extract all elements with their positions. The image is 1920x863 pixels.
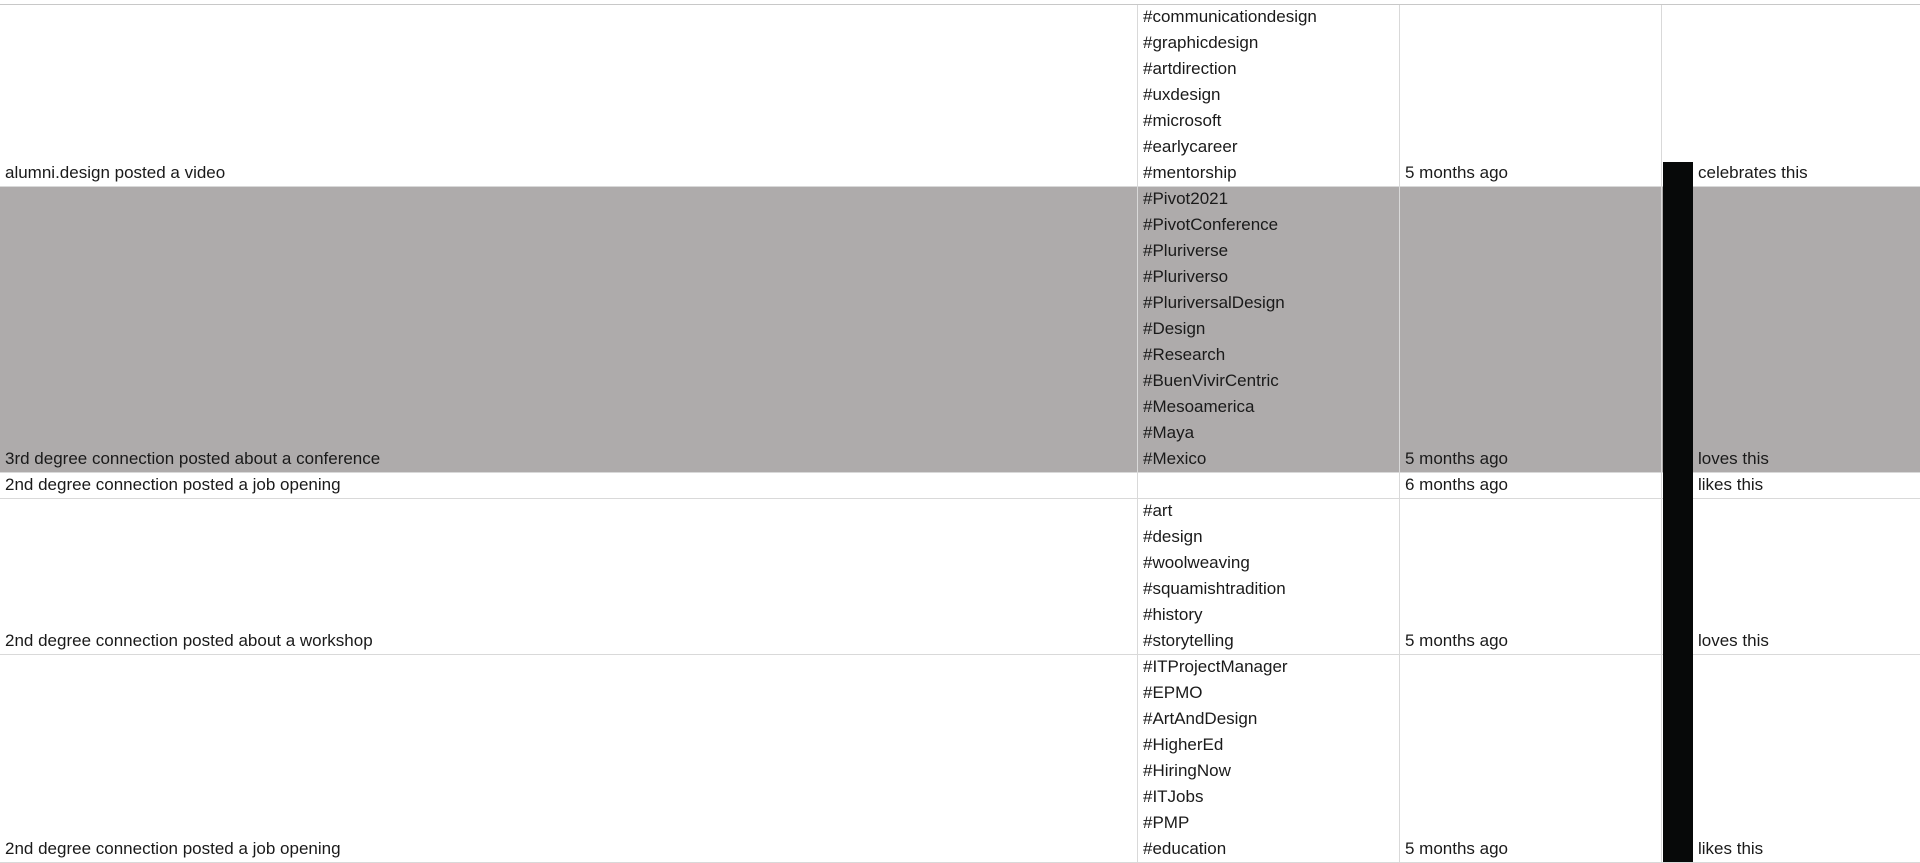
hashtag: #Pluriverse bbox=[1143, 241, 1229, 260]
hashtag: #ArtAndDesign bbox=[1143, 709, 1258, 728]
activity-cell-text: 2nd degree connection posted a job openi… bbox=[5, 475, 341, 494]
hashtag: #earlycareer bbox=[1143, 137, 1238, 156]
hashtag: #squamishtradition bbox=[1143, 579, 1286, 598]
hashtag: #HigherEd bbox=[1143, 735, 1224, 754]
table-row[interactable]: 2nd degree connection posted a job openi… bbox=[0, 473, 1920, 499]
hashtag: #PMP bbox=[1143, 813, 1190, 832]
hashtag: #EPMO bbox=[1143, 683, 1203, 702]
hashtags-cell[interactable]: #Pivot2021 #PivotConference #Pluriverse #Pl… bbox=[1138, 187, 1400, 472]
reaction-cell-text: loves this bbox=[1698, 449, 1769, 468]
hashtag-list: #ITProjectManager #EPMO #ArtAndDesign #High… bbox=[1143, 655, 1399, 862]
table-row[interactable]: alumni.design posted a video #communicati… bbox=[0, 5, 1920, 187]
hashtag: #art bbox=[1143, 501, 1173, 520]
time-cell[interactable]: 5 months ago bbox=[1400, 5, 1662, 186]
hashtag: #BuenVivirCentric bbox=[1143, 371, 1279, 390]
table-row[interactable]: 3rd degree connection posted about a con… bbox=[0, 187, 1920, 473]
hashtag: #woolweaving bbox=[1143, 553, 1250, 572]
hashtag: #artdirection bbox=[1143, 59, 1237, 78]
hashtag: #PivotConference bbox=[1143, 215, 1279, 234]
hashtags-cell[interactable]: #art #design #woolweaving #squamishtraditio… bbox=[1138, 499, 1400, 654]
hashtags-cell[interactable]: #communicationdesign #graphicdesign #artdi… bbox=[1138, 5, 1400, 186]
reaction-cell-text: celebrates this bbox=[1698, 163, 1808, 182]
hashtag: #storytelling bbox=[1143, 631, 1234, 650]
hashtag: #design bbox=[1143, 527, 1203, 546]
hashtag: #uxdesign bbox=[1143, 85, 1221, 104]
activity-cell-text: alumni.design posted a video bbox=[5, 163, 226, 182]
spreadsheet-grid: alumni.design posted a video #communicati… bbox=[0, 4, 1920, 863]
activity-cell-text: 3rd degree connection posted about a con… bbox=[5, 449, 381, 468]
hashtags-cell[interactable] bbox=[1138, 473, 1400, 498]
hashtag: #history bbox=[1143, 605, 1203, 624]
time-cell[interactable]: 5 months ago bbox=[1400, 499, 1662, 654]
time-cell[interactable]: 5 months ago bbox=[1400, 187, 1662, 472]
time-cell[interactable]: 5 months ago bbox=[1400, 655, 1662, 862]
reaction-cell-text: loves this bbox=[1698, 631, 1769, 650]
hashtag: #Maya bbox=[1143, 423, 1195, 442]
activity-cell[interactable]: alumni.design posted a video bbox=[0, 5, 1138, 186]
time-cell[interactable]: 6 months ago bbox=[1400, 473, 1662, 498]
activity-cell-text: 2nd degree connection posted a job openi… bbox=[5, 839, 341, 858]
time-cell-text: 5 months ago bbox=[1405, 449, 1509, 468]
hashtag-list: #Pivot2021 #PivotConference #Pluriverse #Pl… bbox=[1143, 187, 1399, 472]
hashtag: #Pivot2021 bbox=[1143, 189, 1229, 208]
black-redaction-bar bbox=[1663, 162, 1693, 862]
activity-cell-text: 2nd degree connection posted about a wor… bbox=[5, 631, 373, 650]
hashtag: #Design bbox=[1143, 319, 1206, 338]
reaction-cell[interactable]: celebrates this bbox=[1693, 5, 1920, 186]
hashtag: #microsoft bbox=[1143, 111, 1222, 130]
hashtag-list: #communicationdesign #graphicdesign #artdi… bbox=[1143, 5, 1399, 186]
time-cell-text: 5 months ago bbox=[1405, 163, 1509, 182]
hashtag: #Mexico bbox=[1143, 449, 1207, 468]
activity-cell[interactable]: 2nd degree connection posted a job openi… bbox=[0, 473, 1138, 498]
time-cell-text: 5 months ago bbox=[1405, 839, 1509, 858]
activity-cell[interactable]: 2nd degree connection posted a job openi… bbox=[0, 655, 1138, 862]
reaction-cell[interactable]: likes this bbox=[1693, 473, 1920, 498]
hashtag: #education bbox=[1143, 839, 1227, 858]
time-cell-text: 5 months ago bbox=[1405, 631, 1509, 650]
reaction-cell[interactable]: loves this bbox=[1693, 187, 1920, 472]
time-cell-text: 6 months ago bbox=[1405, 475, 1509, 494]
hashtag: #communicationdesign bbox=[1143, 7, 1317, 26]
empty-cell[interactable] bbox=[1662, 5, 1693, 186]
hashtag: #Research bbox=[1143, 345, 1226, 364]
reaction-cell-text: likes this bbox=[1698, 839, 1764, 858]
hashtag: #graphicdesign bbox=[1143, 33, 1259, 52]
table-row[interactable]: 2nd degree connection posted about a wor… bbox=[0, 499, 1920, 655]
reaction-cell[interactable]: likes this bbox=[1693, 655, 1920, 862]
reaction-cell-text: likes this bbox=[1698, 475, 1764, 494]
hashtag: #ITJobs bbox=[1143, 787, 1204, 806]
hashtag-list: #art #design #woolweaving #squamishtraditio… bbox=[1143, 499, 1399, 654]
hashtags-cell[interactable]: #ITProjectManager #EPMO #ArtAndDesign #High… bbox=[1138, 655, 1400, 862]
hashtag: #Mesoamerica bbox=[1143, 397, 1255, 416]
activity-cell[interactable]: 3rd degree connection posted about a con… bbox=[0, 187, 1138, 472]
hashtag: #HiringNow bbox=[1143, 761, 1231, 780]
hashtag: #PluriversalDesign bbox=[1143, 293, 1285, 312]
hashtag: #ITProjectManager bbox=[1143, 657, 1288, 676]
table-row[interactable]: 2nd degree connection posted a job openi… bbox=[0, 655, 1920, 863]
hashtag: #Pluriverso bbox=[1143, 267, 1229, 286]
hashtag: #mentorship bbox=[1143, 163, 1237, 182]
reaction-cell[interactable]: loves this bbox=[1693, 499, 1920, 654]
activity-cell[interactable]: 2nd degree connection posted about a wor… bbox=[0, 499, 1138, 654]
